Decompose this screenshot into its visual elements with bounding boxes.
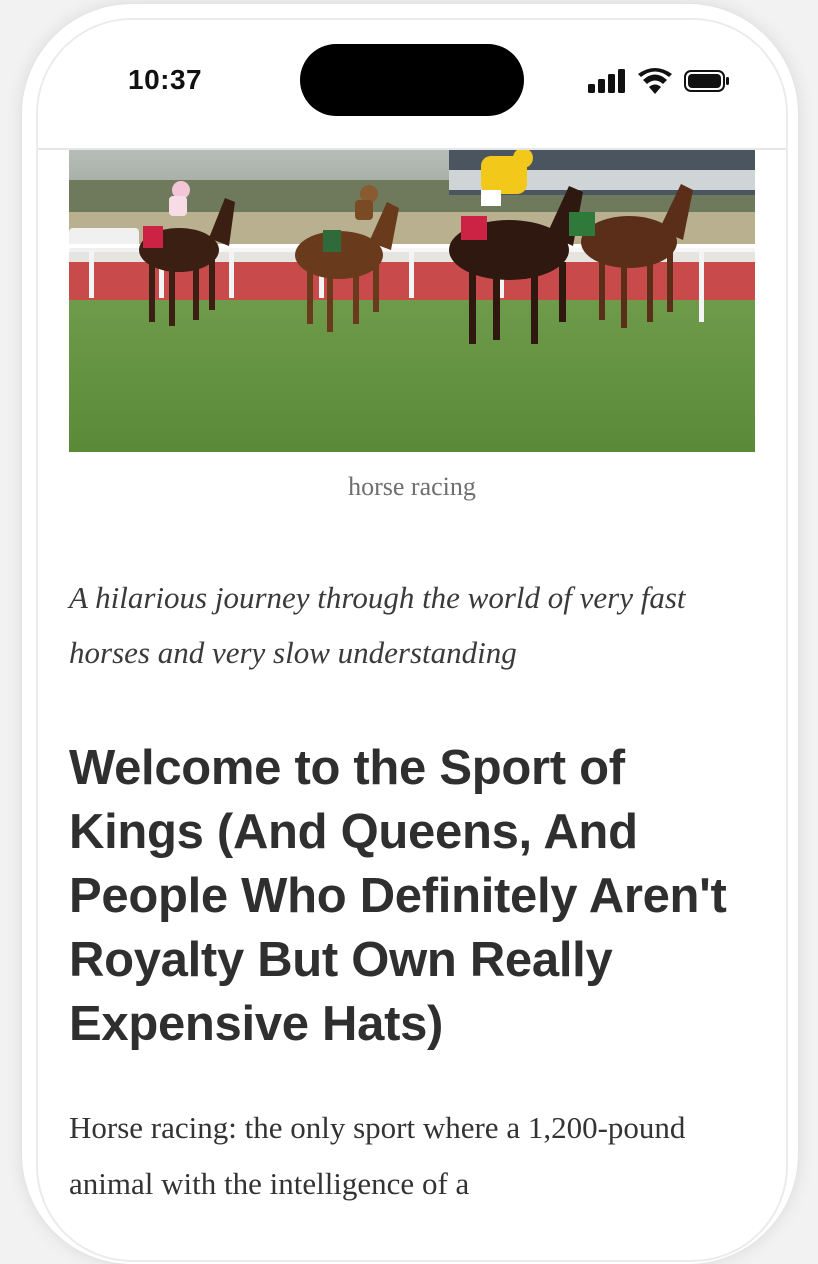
article-body: Horse racing: the only sport where a 1,2…	[69, 1110, 686, 1201]
cellular-signal-icon	[588, 69, 625, 93]
wifi-icon	[638, 68, 672, 94]
status-bar: 10:37	[38, 20, 786, 150]
phone-frame: 10:37 horse racing A hilarious journey t…	[22, 4, 798, 1264]
article-subtitle: A hilarious journey through the world of…	[69, 580, 686, 670]
dynamic-island	[300, 44, 524, 116]
article-headline: Welcome to the Sport of Kings (And Queen…	[69, 741, 727, 1051]
image-caption: horse racing	[348, 472, 476, 501]
phone-screen: 10:37 horse racing A hilarious journey t…	[36, 18, 788, 1262]
status-time: 10:37	[128, 64, 203, 95]
hero-image	[69, 150, 755, 452]
status-icons	[588, 68, 730, 94]
battery-icon	[684, 70, 729, 92]
